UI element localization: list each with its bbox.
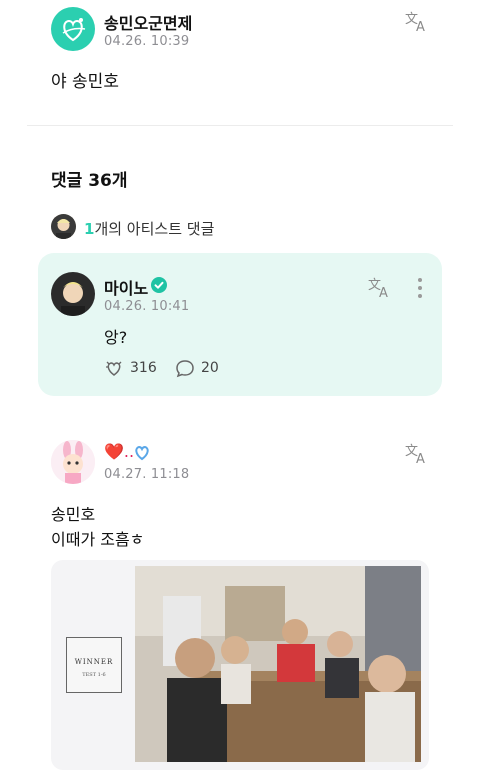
album-cover: WINNER TEST 1-6 xyxy=(66,637,122,693)
verified-badge-icon xyxy=(151,277,167,293)
artist-comment-summary[interactable]: 1개의 아티스트 댓글 xyxy=(84,218,214,239)
comment2-line2: 이때가 조흠ㅎ xyxy=(51,530,145,549)
translate-icon[interactable]: 文 A xyxy=(404,10,430,35)
comment2-line1: 송민호 xyxy=(51,505,96,524)
group-photo xyxy=(135,566,421,762)
post-author-name[interactable]: 송민오군면제 xyxy=(104,10,192,34)
artist-comment-count: 1 xyxy=(84,220,95,238)
album-subtitle: TEST 1-6 xyxy=(82,672,106,678)
person-avatar-icon xyxy=(51,272,95,316)
reply-count: 20 xyxy=(201,360,219,376)
album-title: WINNER xyxy=(74,658,114,666)
commenter-avatar[interactable] xyxy=(51,440,95,484)
artist-mini-avatar[interactable] xyxy=(51,214,76,239)
heart-cheer-icon xyxy=(104,358,124,378)
artist-comment-time: 04.26. 10:41 xyxy=(104,299,190,314)
artist-name[interactable]: 마이노 xyxy=(104,275,148,299)
post-text: 야 송민호 xyxy=(51,72,119,92)
comment2-time: 04.27. 11:18 xyxy=(104,467,190,482)
translate-icon[interactable]: 文 A xyxy=(404,442,430,467)
comments-count-title: 댓글 36개 xyxy=(51,171,128,191)
more-vertical-icon[interactable] xyxy=(416,277,424,299)
post-author-avatar[interactable] xyxy=(51,7,95,51)
blue-heart-icon xyxy=(133,443,151,461)
artist-comment-text: 앙? xyxy=(104,328,128,347)
translate-icon[interactable]: 文 A xyxy=(367,276,393,301)
like-count: 316 xyxy=(130,360,157,376)
artist-comment-card xyxy=(38,253,442,396)
group-photo-image-icon xyxy=(135,566,421,762)
svg-text:A: A xyxy=(416,452,425,466)
person-avatar-icon xyxy=(51,214,76,239)
svg-text:A: A xyxy=(379,286,388,300)
artist-comment-label: 개의 아티스트 댓글 xyxy=(94,220,215,238)
bunny-character-icon xyxy=(51,440,95,484)
svg-text:A: A xyxy=(416,20,425,34)
post-time: 04.26. 10:39 xyxy=(104,34,190,49)
heart-logo-icon xyxy=(62,18,86,42)
divider xyxy=(27,125,453,126)
comment-bubble-icon xyxy=(175,358,195,378)
commenter-name[interactable]: ❤️.. xyxy=(104,442,134,461)
artist-avatar[interactable] xyxy=(51,272,95,316)
reply-button[interactable]: 20 xyxy=(175,358,219,378)
like-button[interactable]: 316 xyxy=(104,358,157,378)
